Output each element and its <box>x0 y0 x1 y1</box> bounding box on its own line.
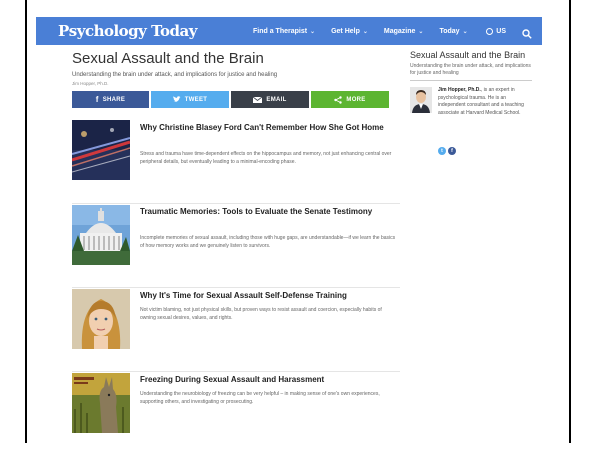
twitter-share-button[interactable]: TWEET <box>151 91 229 108</box>
nav-label: Get Help <box>331 27 360 35</box>
author-card: Jim Hopper, Ph.D., is an expert in psych… <box>410 87 532 155</box>
nav-label: Today <box>439 27 460 35</box>
nav-label: Magazine <box>383 27 416 35</box>
twitter-icon <box>172 96 181 102</box>
list-item: Freezing During Sexual Assault and Haras… <box>72 372 400 456</box>
author-social-links: t f <box>438 147 456 155</box>
sidebar-title[interactable]: Sexual Assault and the Brain <box>410 50 532 61</box>
author-name-link[interactable]: Jim Hopper, Ph.D. <box>438 87 481 93</box>
article-title-link[interactable]: Traumatic Memories: Tools to Evaluate th… <box>140 206 398 217</box>
blog-header: Sexual Assault and the Brain Understandi… <box>72 47 402 86</box>
tweet-label: TWEET <box>184 96 208 103</box>
article-thumbnail[interactable] <box>72 289 130 349</box>
email-share-button[interactable]: EMAIL <box>231 91 309 108</box>
nav-find-therapist[interactable]: Find a Therapist ⌄ <box>253 28 315 35</box>
chevron-down-icon: ⌄ <box>418 28 424 35</box>
chevron-down-icon: ⌄ <box>362 28 368 35</box>
article-title-link[interactable]: Freezing During Sexual Assault and Haras… <box>140 374 398 385</box>
chevron-down-icon: ⌄ <box>462 28 468 35</box>
article-title-link[interactable]: Why It's Time for Sexual Assault Self-De… <box>140 290 398 301</box>
facebook-icon[interactable]: f <box>448 147 456 155</box>
article-description: Understanding the neurobiology of freezi… <box>140 391 380 405</box>
avatar[interactable] <box>410 87 432 113</box>
author-bio: Jim Hopper, Ph.D., is an expert in psych… <box>438 87 532 117</box>
site-header: Psychology Today Find a Therapist ⌄ Get H… <box>36 17 542 45</box>
article-list: Why Christine Blasey Ford Can't Remember… <box>72 120 400 456</box>
region-selector[interactable]: US <box>486 27 506 35</box>
divider <box>410 80 532 81</box>
email-label: EMAIL <box>266 96 287 103</box>
nav-right: US <box>486 17 532 45</box>
share-icon <box>334 95 343 104</box>
blog-author[interactable]: Jim Hopper, Ph.D. <box>72 81 402 86</box>
sidebar: Sexual Assault and the Brain Understandi… <box>410 50 532 155</box>
chevron-down-icon: ⌄ <box>310 28 316 35</box>
article-description: Not victim blaming, not just physical sk… <box>140 307 382 321</box>
blog-subtitle: Understanding the brain under attack, an… <box>72 72 278 78</box>
envelope-icon <box>253 96 263 103</box>
article-thumbnail[interactable] <box>72 205 130 265</box>
main-nav: Find a Therapist ⌄ Get Help ⌄ Magazine ⌄ To… <box>253 28 468 35</box>
search-icon[interactable] <box>522 26 532 39</box>
more-share-button[interactable]: MORE <box>311 91 389 108</box>
facebook-share-button[interactable]: f SHARE <box>72 91 149 108</box>
article-thumbnail[interactable] <box>72 373 130 433</box>
nav-today[interactable]: Today ⌄ <box>439 28 467 35</box>
share-label: SHARE <box>102 96 126 103</box>
page-title: Sexual Assault and the Brain <box>72 50 264 67</box>
more-label: MORE <box>346 96 366 103</box>
site-logo[interactable]: Psychology Today <box>58 22 197 40</box>
list-item: Why It's Time for Sexual Assault Self-De… <box>72 288 400 372</box>
article-description: Stress and trauma have time-dependent ef… <box>140 151 392 165</box>
list-item: Traumatic Memories: Tools to Evaluate th… <box>72 204 400 288</box>
facebook-icon: f <box>95 95 99 104</box>
globe-icon <box>486 27 494 35</box>
region-label: US <box>496 27 506 35</box>
nav-label: Find a Therapist <box>252 27 308 35</box>
twitter-icon[interactable]: t <box>438 147 446 155</box>
nav-get-help[interactable]: Get Help ⌄ <box>331 28 368 35</box>
article-title-link[interactable]: Why Christine Blasey Ford Can't Remember… <box>140 122 398 133</box>
article-description: Incomplete memories of sexual assault, i… <box>140 235 396 249</box>
list-item: Why Christine Blasey Ford Can't Remember… <box>72 120 400 204</box>
share-bar: f SHARE TWEET EMAIL MORE <box>72 91 389 108</box>
sidebar-subtitle: Understanding the brain under attack, an… <box>410 63 531 76</box>
nav-magazine[interactable]: Magazine ⌄ <box>384 28 424 35</box>
article-thumbnail[interactable] <box>72 120 130 180</box>
